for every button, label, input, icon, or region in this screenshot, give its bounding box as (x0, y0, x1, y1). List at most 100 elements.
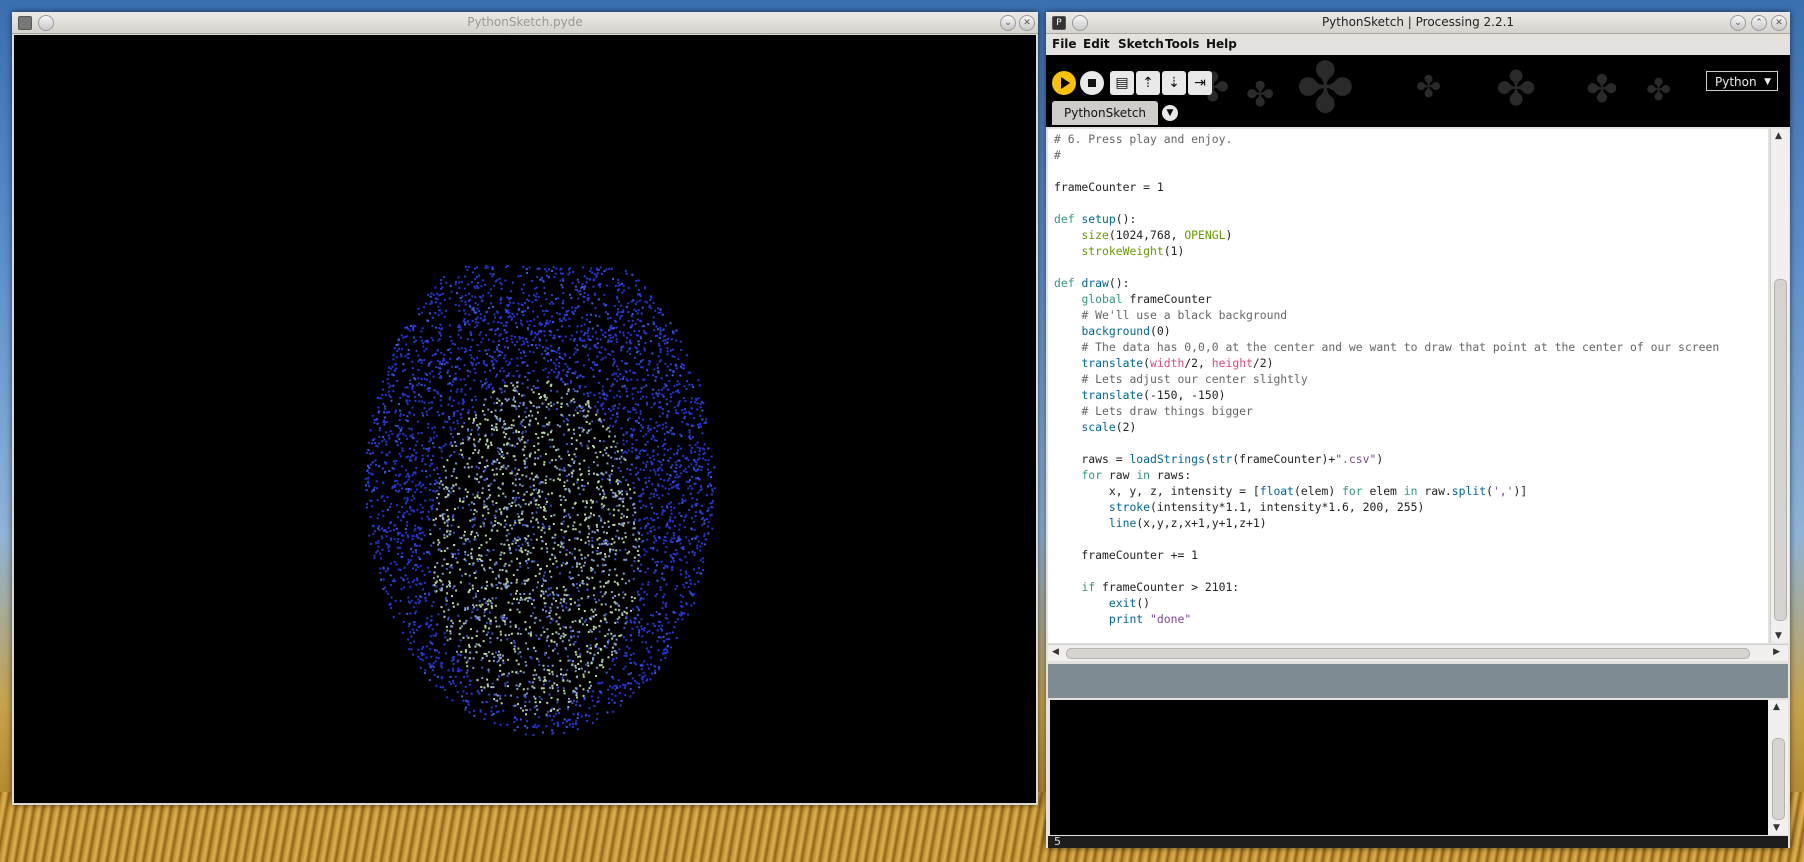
point (411, 360, 414, 363)
point (663, 433, 666, 435)
point (638, 495, 640, 498)
point (490, 411, 493, 413)
point (613, 580, 616, 583)
point (638, 500, 641, 503)
point (677, 445, 680, 447)
point (434, 634, 437, 637)
point (596, 712, 599, 715)
point (444, 420, 446, 423)
point (650, 307, 653, 310)
point (515, 578, 518, 581)
point (674, 588, 677, 591)
point (603, 293, 606, 296)
point (618, 492, 621, 495)
point (509, 552, 512, 554)
point (583, 610, 586, 612)
point (448, 418, 451, 421)
point (546, 636, 549, 639)
point (665, 540, 668, 543)
sketch-canvas[interactable] (14, 35, 1036, 803)
point (624, 536, 627, 539)
point (701, 504, 704, 507)
point (544, 652, 547, 655)
point (666, 416, 669, 418)
point (483, 569, 486, 572)
point (519, 633, 522, 635)
close-icon[interactable]: ✕ (1019, 15, 1035, 31)
point (437, 543, 440, 546)
point (500, 391, 503, 394)
point (500, 287, 503, 290)
point (465, 265, 467, 268)
point (467, 703, 470, 706)
point (631, 450, 634, 453)
point (688, 429, 691, 432)
point (419, 503, 422, 506)
point (402, 414, 405, 416)
point (499, 723, 502, 726)
point (521, 382, 524, 385)
point (673, 470, 676, 473)
point (657, 389, 660, 392)
point (402, 620, 405, 623)
point (491, 463, 494, 466)
point (638, 594, 641, 596)
point (688, 590, 691, 593)
point (438, 548, 441, 551)
point (451, 699, 454, 702)
point (380, 496, 383, 499)
point (634, 679, 636, 682)
point (685, 471, 688, 473)
point (477, 560, 479, 563)
point (527, 550, 530, 553)
point (547, 493, 550, 496)
minimize-icon[interactable]: ⌄ (1000, 15, 1016, 31)
point (502, 492, 505, 495)
point (384, 405, 387, 408)
pin-icon[interactable] (38, 15, 54, 31)
point (554, 272, 557, 275)
point (446, 629, 449, 632)
point (427, 426, 430, 429)
point (586, 444, 589, 447)
point (683, 519, 685, 522)
point (456, 358, 459, 361)
point (568, 267, 571, 270)
point (426, 341, 429, 344)
point (680, 573, 683, 576)
point (426, 454, 429, 457)
point (576, 406, 579, 409)
point (653, 495, 656, 498)
point (438, 414, 440, 417)
point (618, 635, 621, 637)
point (592, 610, 595, 613)
point (622, 596, 625, 599)
point (658, 336, 661, 339)
sketch-titlebar[interactable]: PythonSketch.pyde ⌄ ✕ (12, 12, 1038, 34)
point (411, 433, 414, 436)
point (654, 569, 657, 572)
point (677, 357, 680, 360)
point (543, 676, 546, 679)
point (532, 478, 535, 481)
point (547, 276, 550, 279)
window-menu-icon[interactable] (18, 16, 32, 30)
point (588, 714, 591, 717)
point (408, 476, 411, 479)
point (468, 475, 471, 478)
point (625, 362, 628, 365)
point (635, 334, 638, 337)
point (615, 574, 618, 577)
point (624, 582, 627, 585)
point (600, 358, 603, 361)
point (516, 385, 519, 388)
point (599, 285, 602, 288)
point (574, 409, 577, 412)
point (404, 393, 407, 396)
point (697, 379, 700, 382)
point (631, 323, 634, 326)
point (389, 367, 392, 370)
point (431, 462, 434, 465)
point (549, 504, 552, 507)
point (468, 563, 471, 566)
